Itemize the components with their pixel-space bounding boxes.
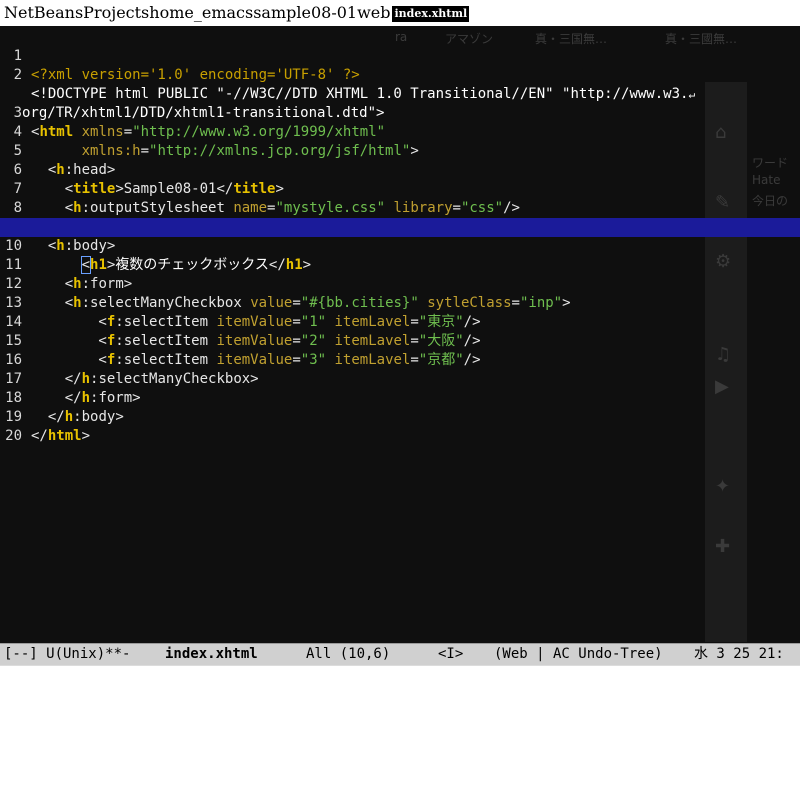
modeline-clock: 水 3 25 21: [694,646,784,662]
path-segment[interactable]: sample08-01 [253,3,357,22]
modeline-position: All (10,6) [306,646,391,662]
code-line[interactable]: 4 xmlns:h="http://xmlns.jcp.org/jsf/html… [0,104,800,159]
path-bar: NetBeansProjectshome_emacssample08-01web… [0,0,800,27]
code-line[interactable]: 11 <h:form> [0,237,800,292]
code-line[interactable]: 20 [0,408,800,444]
code-line[interactable]: 5 <h:head> [0,123,800,178]
code-line-current[interactable]: 10 <h1>複数のチェックボックス</h1> [0,218,800,274]
code-line[interactable]: 1 <?xml version='1.0' encoding='UTF-8' ?… [0,28,800,83]
code-line[interactable]: 7 <h:outputStylesheet name="mystyle.css"… [0,161,800,216]
code-editor[interactable]: ra アマゾン 真・三国無… 真・三國無… ワード Hate 今日の ⌂ ✎ ⚙… [0,26,800,643]
path-segment[interactable]: NetBeansProjects [0,3,149,22]
code-line[interactable]: 3 <html xmlns="http://www.w3.org/1999/xh… [0,85,800,140]
modeline-input-method: <I> [438,646,464,662]
bird-icon: ✦ [715,476,731,497]
code-line[interactable]: 19 </html> [0,389,800,444]
minibuffer[interactable] [0,665,800,686]
code-line[interactable]: 16 </h:selectManyCheckbox> [0,332,800,387]
code-line[interactable]: 18 </h:body> [0,370,800,425]
modeline-modes[interactable]: (Web | AC Undo-Tree) [494,644,663,665]
mode-line: [--] U(Unix)**- index.xhtml All (10,6) <… [0,643,800,665]
code-line[interactable]: 13 <f:selectItem itemValue="1" itemLavel… [0,275,800,330]
code-line-continuation[interactable]: org/TR/xhtml1/DTD/xhtml1-transitional.dt… [0,66,800,121]
current-file-label[interactable]: index.xhtml [392,5,470,22]
plus-icon: ✚ [715,536,731,557]
code-line[interactable]: 2 <!DOCTYPE html PUBLIC "-//W3C//DTD XHT… [0,47,800,102]
code-line[interactable]: 6 <title>Sample08-01</title> [0,142,800,197]
code-line[interactable]: 15 <f:selectItem itemValue="3" itemLavel… [0,313,800,368]
path-segment[interactable]: web [357,3,390,22]
code-line[interactable]: 8 </h:head> [0,180,800,235]
tag-name: html [47,428,82,444]
line-number: 20 [5,428,22,444]
code-line[interactable]: 17 </h:form> [0,351,800,406]
code-line[interactable]: 14 <f:selectItem itemValue="2" itemLavel… [0,294,800,349]
modeline-buffer-name[interactable]: index.xhtml [165,644,258,665]
code-line[interactable]: 9 <h:body> [0,199,800,254]
path-segment[interactable]: home_emacs [149,3,253,22]
code-line[interactable]: 12 <h:selectManyCheckbox value="#{bb.cit… [0,256,800,311]
modeline-status: [--] U(Unix)**- [4,646,131,662]
